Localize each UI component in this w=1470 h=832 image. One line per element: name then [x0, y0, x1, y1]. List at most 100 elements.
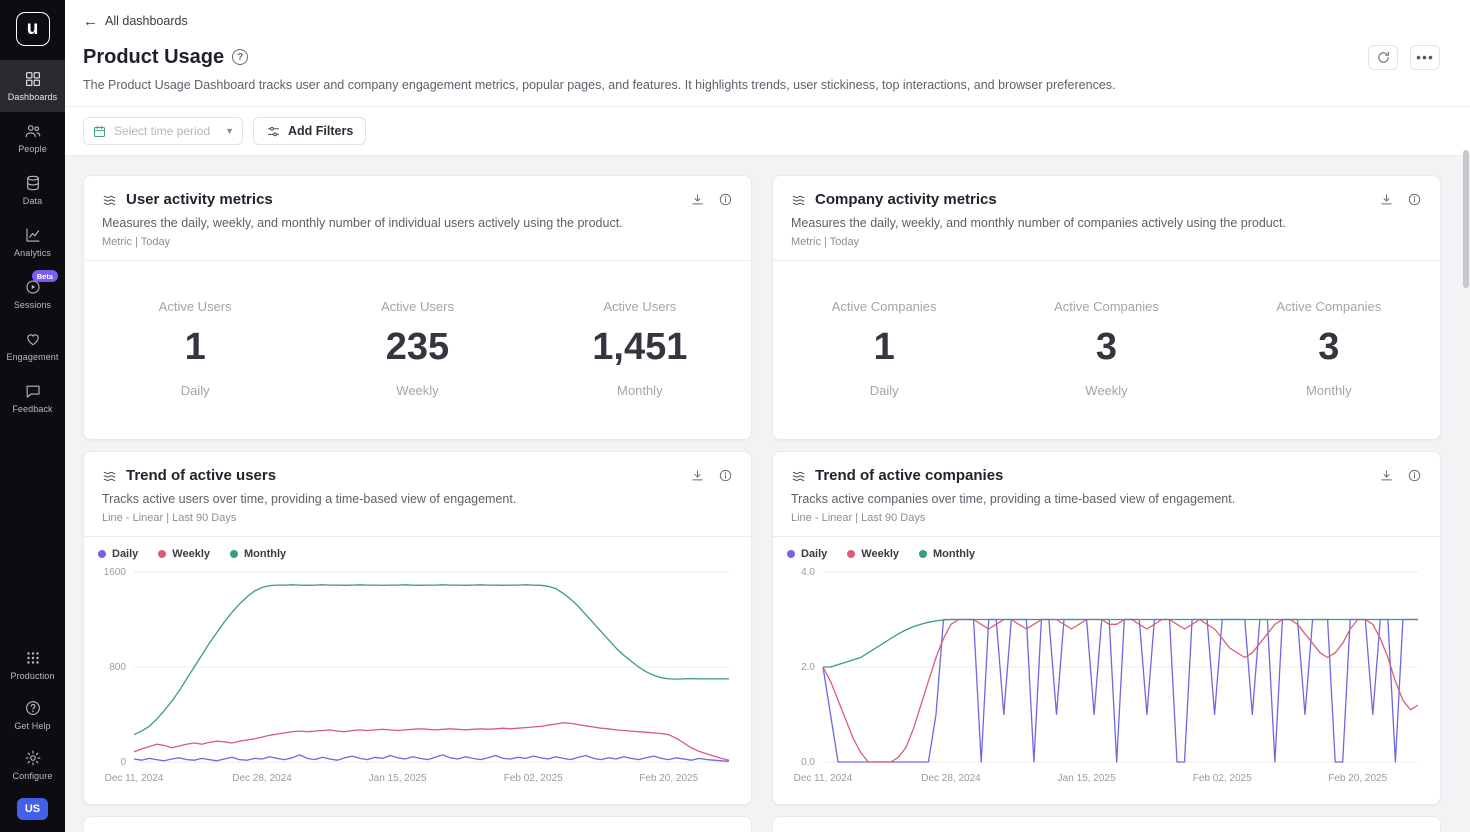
page-title: Product Usage: [83, 46, 224, 69]
metric-label: Active Users: [529, 299, 751, 314]
beta-badge: Beta: [32, 270, 58, 282]
download-icon[interactable]: [1379, 468, 1394, 483]
card-trend-active-users: Trend of active users Tracks active user…: [83, 451, 752, 805]
card-description: Tracks active companies over time, provi…: [791, 492, 1422, 506]
download-icon[interactable]: [1379, 192, 1394, 207]
card-header: User activity metrics Measures the daily…: [84, 176, 751, 260]
time-period-select[interactable]: Select time period ▼: [83, 117, 243, 145]
info-icon[interactable]: [718, 192, 733, 207]
chart-legend: Daily Weekly Monthly: [773, 537, 1440, 560]
more-button[interactable]: •••: [1410, 45, 1440, 70]
metric-value: 3: [1218, 326, 1440, 369]
card-title: Trend of active companies: [815, 467, 1003, 484]
sidebar-item-label: People: [18, 144, 47, 154]
card-description: Measures the daily, weekly, and monthly …: [791, 216, 1422, 230]
card-trend-active-companies: Trend of active companies Tracks active …: [772, 451, 1441, 805]
legend-label: Weekly: [861, 548, 899, 560]
legend-label: Daily: [801, 548, 827, 560]
metric-weekly: Active Companies 3 Weekly: [995, 299, 1217, 398]
card-header: Company activity metrics Measures the da…: [773, 176, 1440, 260]
legend-item-monthly[interactable]: Monthly: [919, 548, 975, 560]
chart-icon: [791, 192, 806, 207]
help-icon[interactable]: ?: [232, 49, 248, 65]
metrics-row: Active Companies 1 Daily Active Companie…: [773, 261, 1440, 398]
info-icon[interactable]: [1407, 468, 1422, 483]
legend-dot: [158, 550, 166, 558]
svg-text:0.0: 0.0: [801, 757, 815, 768]
metric-value: 235: [306, 326, 528, 369]
page-description: The Product Usage Dashboard tracks user …: [83, 78, 1440, 106]
analytics-chart-icon: [24, 226, 42, 244]
sidebar-item-production[interactable]: Production: [0, 640, 65, 690]
card-user-activity-metrics: User activity metrics Measures the daily…: [83, 175, 752, 440]
back-arrow-icon: ←: [83, 13, 98, 30]
sidebar-item-feedback[interactable]: Feedback: [0, 372, 65, 424]
svg-text:0: 0: [120, 757, 126, 768]
svg-text:2.0: 2.0: [801, 662, 815, 673]
sidebar-item-dashboards[interactable]: Dashboards: [0, 60, 65, 112]
engagement-heart-icon: [24, 330, 42, 348]
database-icon: [24, 174, 42, 192]
scrollbar-thumb[interactable]: [1463, 150, 1469, 288]
sidebar: u Dashboards People Data Analytics Beta …: [0, 0, 65, 832]
metric-period: Weekly: [995, 383, 1217, 398]
svg-text:Jan 15, 2025: Jan 15, 2025: [369, 773, 427, 784]
legend-dot: [787, 550, 795, 558]
sidebar-item-configure[interactable]: Configure: [0, 740, 65, 790]
card-title: Trend of active users: [126, 467, 276, 484]
info-icon[interactable]: [1407, 192, 1422, 207]
app-logo[interactable]: u: [16, 12, 50, 46]
svg-text:Feb 20, 2025: Feb 20, 2025: [639, 773, 698, 784]
metric-period: Daily: [84, 383, 306, 398]
svg-text:Dec 11, 2024: Dec 11, 2024: [105, 773, 164, 784]
chart-icon: [791, 468, 806, 483]
legend-item-daily[interactable]: Daily: [98, 548, 138, 560]
svg-text:Dec 11, 2024: Dec 11, 2024: [794, 773, 853, 784]
refresh-button[interactable]: [1368, 45, 1398, 70]
card-company-activity-metrics: Company activity metrics Measures the da…: [772, 175, 1441, 440]
line-chart-active-users: 08001600Dec 11, 2024Dec 28, 2024Jan 15, …: [92, 562, 741, 788]
card-meta: Metric | Today: [102, 236, 733, 260]
info-icon[interactable]: [718, 468, 733, 483]
metric-label: Active Companies: [773, 299, 995, 314]
main-area: ← All dashboards Product Usage ? ••• The…: [65, 0, 1470, 832]
sidebar-item-data[interactable]: Data: [0, 164, 65, 216]
sidebar-item-label: Sessions: [14, 300, 51, 310]
sidebar-item-sessions[interactable]: Beta Sessions: [0, 268, 65, 320]
sidebar-item-label: Get Help: [14, 721, 50, 731]
workspace-badge[interactable]: US: [17, 798, 48, 820]
feedback-bubble-icon: [24, 382, 42, 400]
legend-label: Weekly: [172, 548, 210, 560]
download-icon[interactable]: [690, 468, 705, 483]
legend-item-weekly[interactable]: Weekly: [158, 548, 210, 560]
metric-value: 1: [84, 326, 306, 369]
partial-card: [772, 816, 1441, 832]
back-link[interactable]: ← All dashboards: [83, 10, 188, 32]
download-icon[interactable]: [690, 192, 705, 207]
metric-daily: Active Users 1 Daily: [84, 299, 306, 398]
sidebar-item-get-help[interactable]: Get Help: [0, 690, 65, 740]
sidebar-item-label: Analytics: [14, 248, 51, 258]
legend-item-daily[interactable]: Daily: [787, 548, 827, 560]
legend-item-monthly[interactable]: Monthly: [230, 548, 286, 560]
metric-value: 1: [773, 326, 995, 369]
metric-value: 1,451: [529, 326, 751, 369]
svg-text:Dec 28, 2024: Dec 28, 2024: [921, 773, 981, 784]
metric-label: Active Users: [84, 299, 306, 314]
metric-monthly: Active Users 1,451 Monthly: [529, 299, 751, 398]
svg-text:800: 800: [109, 662, 126, 673]
legend-label: Monthly: [933, 548, 975, 560]
sidebar-item-analytics[interactable]: Analytics: [0, 216, 65, 268]
header-actions: •••: [1368, 45, 1440, 70]
card-meta: Metric | Today: [791, 236, 1422, 260]
sidebar-item-people[interactable]: People: [0, 112, 65, 164]
sidebar-item-engagement[interactable]: Engagement: [0, 320, 65, 372]
legend-item-weekly[interactable]: Weekly: [847, 548, 899, 560]
card-title: User activity metrics: [126, 191, 273, 208]
filter-bar: Select time period ▼ Add Filters: [65, 107, 1470, 156]
back-link-label: All dashboards: [105, 14, 188, 28]
chart-icon: [102, 192, 117, 207]
card-meta: Line - Linear | Last 90 Days: [791, 512, 1422, 536]
metric-label: Active Users: [306, 299, 528, 314]
add-filters-button[interactable]: Add Filters: [253, 117, 366, 145]
